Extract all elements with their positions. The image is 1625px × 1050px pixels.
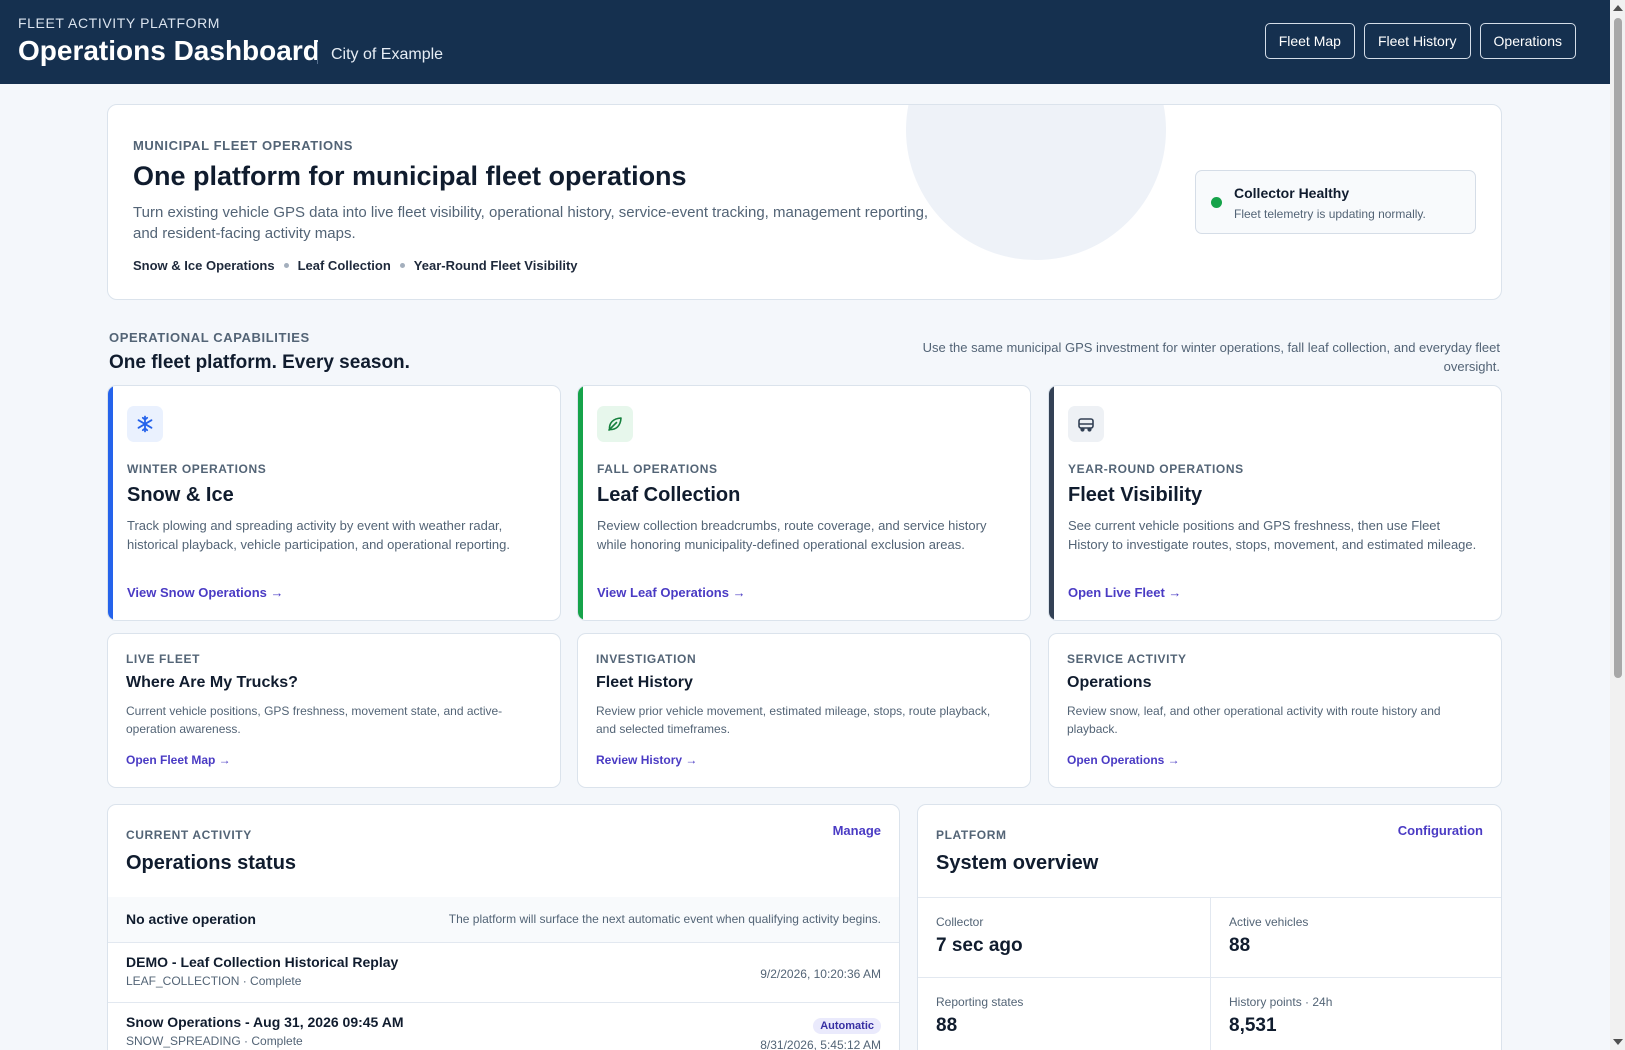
fleet-visibility-card: YEAR-ROUND OPERATIONS Fleet Visibility S… [1048,385,1502,621]
hero-title: One platform for municipal fleet operati… [133,161,687,191]
fleet-map-button[interactable]: Fleet Map [1264,23,1355,59]
view-snow-operations-link[interactable]: View Snow Operations → [127,585,284,600]
card-eyebrow: LIVE FLEET [126,652,201,666]
panel-eyebrow: PLATFORM [936,828,1007,842]
truck-icon [1068,406,1104,442]
collector-status-text: Fleet telemetry is updating normally. [1234,207,1426,221]
snow-ice-card: WINTER OPERATIONS Snow & Ice Track plowi… [107,385,561,621]
card-title: Fleet History [596,674,693,691]
card-eyebrow: YEAR-ROUND OPERATIONS [1068,462,1244,476]
operations-button[interactable]: Operations [1479,23,1576,59]
card-description: See current vehicle positions and GPS fr… [1068,518,1477,552]
operation-name: Snow Operations - Aug 31, 2026 09:45 AM [126,1014,404,1030]
stat-history-points: History points · 24h 8,531 [1211,977,1501,1050]
capabilities-title: One fleet platform. Every season. [109,352,410,373]
leaf-collection-card: FALL OPERATIONS Leaf Collection Review c… [577,385,1031,621]
tag-snow: Snow & Ice Operations [133,258,275,273]
card-accent [578,386,583,620]
card-title: Snow & Ice [127,484,234,506]
card-accent [108,386,113,620]
stat-collector: Collector 7 sec ago [918,897,1210,977]
scrollbar-thumb[interactable] [1614,18,1622,678]
investigation-card: INVESTIGATION Fleet History Review prior… [577,633,1031,788]
scroll-down-icon[interactable] [1613,1039,1623,1045]
operation-type-status: SNOW_SPREADING · Complete [126,1034,303,1048]
live-fleet-card: LIVE FLEET Where Are My Trucks? Current … [107,633,561,788]
tag-separator [399,263,405,268]
hero-card: MUNICIPAL FLEET OPERATIONS One platform … [107,104,1502,300]
open-live-fleet-link[interactable]: Open Live Fleet → [1068,585,1181,600]
card-accent [1049,386,1054,620]
panel-title: System overview [936,852,1099,874]
card-eyebrow: INVESTIGATION [596,652,697,666]
top-bar: FLEET ACTIVITY PLATFORM Operations Dashb… [0,0,1610,84]
city-name: City of Example [331,46,444,63]
open-operations-link[interactable]: Open Operations → [1067,753,1180,767]
card-description: Review prior vehicle movement, estimated… [596,704,991,736]
operation-row[interactable]: DEMO - Leaf Collection Historical Replay… [108,942,899,1002]
service-activity-card: SERVICE ACTIVITY Operations Review snow,… [1048,633,1502,788]
hero-eyebrow: MUNICIPAL FLEET OPERATIONS [133,138,353,153]
no-active-operation-row: No active operation The platform will su… [108,897,899,942]
operation-timestamp: 8/31/2026, 5:45:12 AM [760,1038,881,1050]
manage-link[interactable]: Manage [833,823,881,838]
page-scrollbar[interactable] [1610,0,1625,1050]
hero-description: Turn existing vehicle GPS data into live… [133,204,929,242]
stat-label: Reporting states [936,995,1024,1009]
card-description: Review collection breadcrumbs, route cov… [597,518,987,552]
capabilities-eyebrow: OPERATIONAL CAPABILITIES [109,330,310,345]
status-indicator [1211,197,1222,208]
card-eyebrow: FALL OPERATIONS [597,462,718,476]
top-nav: Fleet Map Fleet History Operations [1264,23,1576,59]
scroll-up-icon[interactable] [1613,5,1623,11]
review-history-link[interactable]: Review History → [596,753,697,767]
no-active-label: No active operation [126,911,256,927]
collector-status-card: Collector Healthy Fleet telemetry is upd… [1195,170,1476,234]
stat-label: Collector [936,915,984,929]
tag-fleet: Year-Round Fleet Visibility [413,258,578,273]
stat-label: History points · 24h [1229,995,1333,1009]
open-fleet-map-link[interactable]: Open Fleet Map → [126,753,231,767]
operation-type-status: LEAF_COLLECTION · Complete [126,974,302,988]
stat-value: 88 [1229,935,1251,956]
stat-value: 8,531 [1229,1015,1277,1036]
title-divider [317,42,318,64]
operation-name: DEMO - Leaf Collection Historical Replay [126,954,399,970]
leaf-icon [597,406,633,442]
view-leaf-operations-link[interactable]: View Leaf Operations → [597,585,746,600]
automatic-badge: Automatic [813,1018,881,1034]
operation-timestamp: 9/2/2026, 10:20:36 AM [760,967,881,981]
operation-row[interactable]: Snow Operations - Aug 31, 2026 09:45 AM … [108,1002,899,1050]
platform-eyebrow: FLEET ACTIVITY PLATFORM [18,15,221,31]
card-title: Where Are My Trucks? [126,674,298,691]
stat-value: 7 sec ago [936,935,1023,956]
configuration-link[interactable]: Configuration [1398,823,1483,838]
hero-tags: Snow & Ice Operations Leaf Collection Ye… [133,258,578,273]
capabilities-note: Use the same municipal GPS investment fo… [922,340,1500,374]
tag-separator [283,263,289,268]
collector-status-title: Collector Healthy [1234,185,1350,201]
panel-title: Operations status [126,852,297,874]
stat-label: Active vehicles [1229,915,1309,929]
system-overview-panel: PLATFORM System overview Configuration C… [917,804,1502,1050]
card-title: Operations [1067,674,1152,691]
no-active-note: The platform will surface the next autom… [448,912,881,926]
card-description: Review snow, leaf, and other operational… [1067,704,1441,736]
card-description: Track plowing and spreading activity by … [127,518,510,552]
card-description: Current vehicle positions, GPS freshness… [126,704,503,736]
card-title: Leaf Collection [597,484,741,506]
card-eyebrow: SERVICE ACTIVITY [1067,652,1187,666]
stat-active-vehicles: Active vehicles 88 [1211,897,1501,977]
panel-eyebrow: CURRENT ACTIVITY [126,828,252,842]
card-eyebrow: WINTER OPERATIONS [127,462,267,476]
snowflake-icon [127,406,163,442]
page-title: Operations Dashboard [18,35,320,66]
tag-leaf: Leaf Collection [297,258,391,273]
fleet-history-button[interactable]: Fleet History [1363,23,1471,59]
stat-reporting-states: Reporting states 88 [918,977,1210,1050]
card-title: Fleet Visibility [1068,484,1203,506]
operations-status-panel: CURRENT ACTIVITY Operations status Manag… [107,804,900,1050]
stat-value: 88 [936,1015,958,1036]
